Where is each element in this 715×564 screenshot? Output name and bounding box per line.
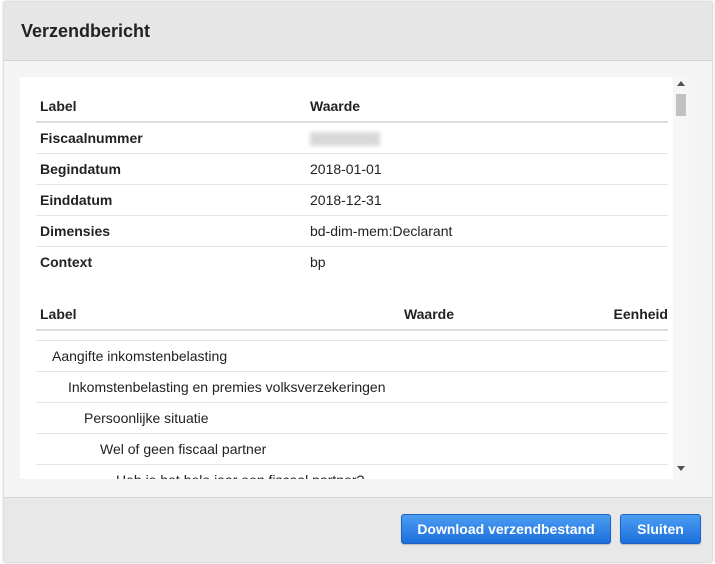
facts-row: Inkomstenbelasting en premies volksverze…	[36, 371, 668, 403]
context-label: Einddatum	[36, 184, 306, 216]
dialog-footer: Download verzendbestand Sluiten	[4, 498, 712, 562]
facts-row: Heb je het hele jaar een fiscaal partner…	[36, 464, 668, 479]
tree-node-label: Persoonlijke situatie	[36, 402, 668, 434]
tree-node-label: Heb je het hele jaar een fiscaal partner…	[36, 464, 668, 479]
context-value: 2018-01-01	[306, 153, 668, 185]
facts-header-unit: Eenheid	[470, 299, 668, 331]
context-row-start-date: Begindatum 2018-01-01	[36, 153, 668, 185]
context-value: bp	[310, 254, 326, 270]
context-table: Label Waarde Fiscaalnummer Begindatum 20…	[36, 91, 668, 277]
facts-row: Persoonlijke situatie	[36, 402, 668, 434]
context-row-dimensions: Dimensies bd-dim-mem:Declarant	[36, 215, 668, 247]
context-header-label: Label	[36, 91, 306, 123]
facts-row: Aangifte inkomstenbelasting	[36, 340, 668, 372]
download-send-file-button[interactable]: Download verzendbestand	[401, 514, 611, 544]
context-value-masked	[306, 122, 668, 154]
scroll-up-arrow-icon[interactable]	[677, 81, 685, 86]
context-row-end-date: Einddatum 2018-12-31	[36, 184, 668, 216]
facts-header-label: Label	[36, 299, 356, 331]
context-row-context: Context bp	[36, 247, 668, 278]
edge-artifact	[0, 65, 3, 71]
context-table-header: Label Waarde	[36, 91, 668, 123]
tree-node-label: Inkomstenbelasting en premies volksverze…	[36, 371, 668, 403]
facts-spacer-row	[36, 330, 668, 341]
facts-row: Wel of geen fiscaal partner	[36, 433, 668, 465]
send-report-dialog: Verzendbericht Label Waarde Fiscaalnumme…	[4, 2, 712, 562]
tree-node-label: Wel of geen fiscaal partner	[36, 433, 668, 465]
dialog-title: Verzendbericht	[21, 21, 151, 41]
context-value: 2018-12-31	[306, 184, 668, 216]
context-value: bd-dim-mem:Declarant	[306, 215, 668, 247]
context-label: Dimensies	[36, 215, 306, 247]
context-header-value: Waarde	[306, 91, 668, 123]
dialog-body: Label Waarde Fiscaalnummer Begindatum 20…	[4, 61, 712, 498]
redacted-fiscal-number	[310, 132, 380, 147]
facts-table-header: Label Waarde Eenheid	[36, 299, 668, 331]
vertical-scrollbar[interactable]	[673, 77, 689, 479]
context-label: Context	[40, 254, 93, 270]
spacer-cell	[36, 330, 668, 341]
content-panel: Label Waarde Fiscaalnummer Begindatum 20…	[20, 77, 689, 479]
facts-table: Label Waarde Eenheid Aangifte inkomstenb…	[36, 299, 668, 479]
scroll-down-arrow-icon[interactable]	[677, 466, 685, 471]
facts-header-value: Waarde	[356, 299, 470, 331]
tree-node-label: Aangifte inkomstenbelasting	[36, 340, 668, 372]
context-row-fiscal-number: Fiscaalnummer	[36, 122, 668, 154]
close-button[interactable]: Sluiten	[620, 514, 701, 544]
dialog-header: Verzendbericht	[4, 2, 712, 61]
context-label: Fiscaalnummer	[36, 122, 306, 154]
scroll-area[interactable]: Label Waarde Fiscaalnummer Begindatum 20…	[20, 77, 672, 479]
context-label: Begindatum	[36, 153, 306, 185]
scrollbar-thumb[interactable]	[676, 94, 686, 116]
